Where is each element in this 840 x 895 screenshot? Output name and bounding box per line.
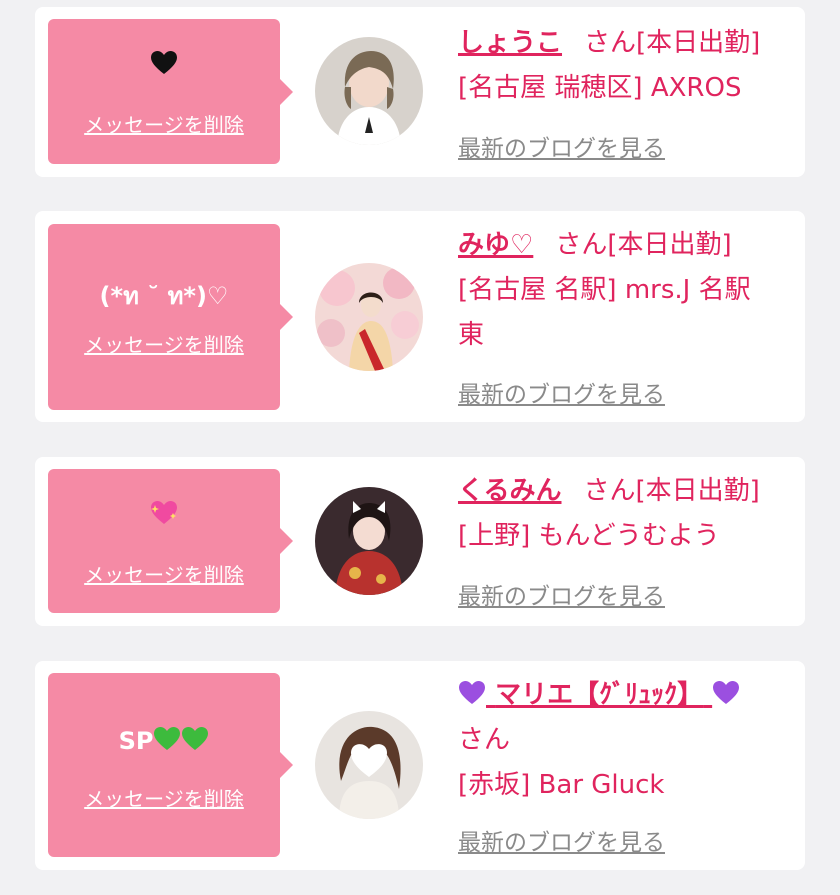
message-text (48, 499, 280, 529)
message-card: メッセージを削除 しょうこ さん[本日出勤] [名古屋 瑞穂区] AXROS 最新… (35, 7, 805, 177)
message-text (48, 49, 280, 79)
shop-location: [赤坂] Bar Gluck (458, 770, 665, 800)
view-blog-link[interactable]: 最新のブログを見る (458, 577, 665, 611)
green-heart-icon (181, 725, 209, 753)
san-suffix: さん (458, 725, 511, 755)
black-heart-icon (150, 49, 178, 77)
view-blog-link[interactable]: 最新のブログを見る (458, 129, 665, 163)
purple-heart-icon (712, 679, 740, 707)
avatar[interactable] (315, 487, 423, 595)
delete-message-link[interactable]: メッセージを削除 (48, 329, 280, 358)
message-bubble: SP メッセージを削除 (48, 673, 293, 857)
view-blog-link[interactable]: 最新のブログを見る (458, 375, 665, 409)
shop-location: [名古屋 名駅] mrs.J 名駅 (458, 275, 751, 305)
shop-location: [上野] もんどうむよう (458, 521, 720, 551)
avatar[interactable] (315, 711, 423, 819)
cast-info: みゆ♡ さん[本日出勤] [名古屋 名駅] mrs.J 名駅 東 (458, 223, 785, 358)
message-text: SP (48, 725, 280, 755)
shop-location: [名古屋 瑞穂区] AXROS (458, 73, 742, 103)
view-blog-link[interactable]: 最新のブログを見る (458, 823, 665, 857)
cast-name-link[interactable]: マリエ【ｸﾞﾘｭｯｸ】 (458, 680, 740, 710)
delete-message-link[interactable]: メッセージを削除 (48, 559, 280, 588)
cast-name-link[interactable]: しょうこ (458, 28, 562, 58)
message-card: (*ท ˘ ท*)♡ メッセージを削除 みゆ♡ さん[本日出勤] [名古屋 名駅]… (35, 211, 805, 422)
message-bubble: (*ท ˘ ท*)♡ メッセージを削除 (48, 224, 293, 410)
cast-info: くるみん さん[本日出勤] [上野] もんどうむよう (458, 469, 785, 559)
message-bubble: メッセージを削除 (48, 19, 293, 164)
message-card: メッセージを削除 くるみん さん[本日出勤] [上野] もんどうむよう 最新のブロ… (35, 457, 805, 626)
cast-info: しょうこ さん[本日出勤] [名古屋 瑞穂区] AXROS (458, 21, 785, 111)
avatar[interactable] (315, 37, 423, 145)
message-card: SP メッセージを削除 マリエ【ｸﾞﾘｭｯｸ】 さん [赤坂] Bar Gluc… (35, 661, 805, 870)
avatar[interactable] (315, 263, 423, 371)
green-heart-icon (153, 725, 181, 753)
cast-name-link[interactable]: くるみん (458, 476, 561, 506)
delete-message-link[interactable]: メッセージを削除 (48, 783, 280, 812)
shop-location-cont: 東 (458, 320, 485, 350)
purple-heart-icon (458, 679, 486, 707)
message-bubble: メッセージを削除 (48, 469, 293, 613)
cast-name-link[interactable]: みゆ♡ (458, 230, 533, 260)
sparkling-heart-icon (150, 499, 178, 527)
message-text: (*ท ˘ ท*)♡ (99, 282, 229, 310)
delete-message-link[interactable]: メッセージを削除 (48, 109, 280, 138)
cast-info: マリエ【ｸﾞﾘｭｯｸ】 さん [赤坂] Bar Gluck (458, 673, 785, 808)
